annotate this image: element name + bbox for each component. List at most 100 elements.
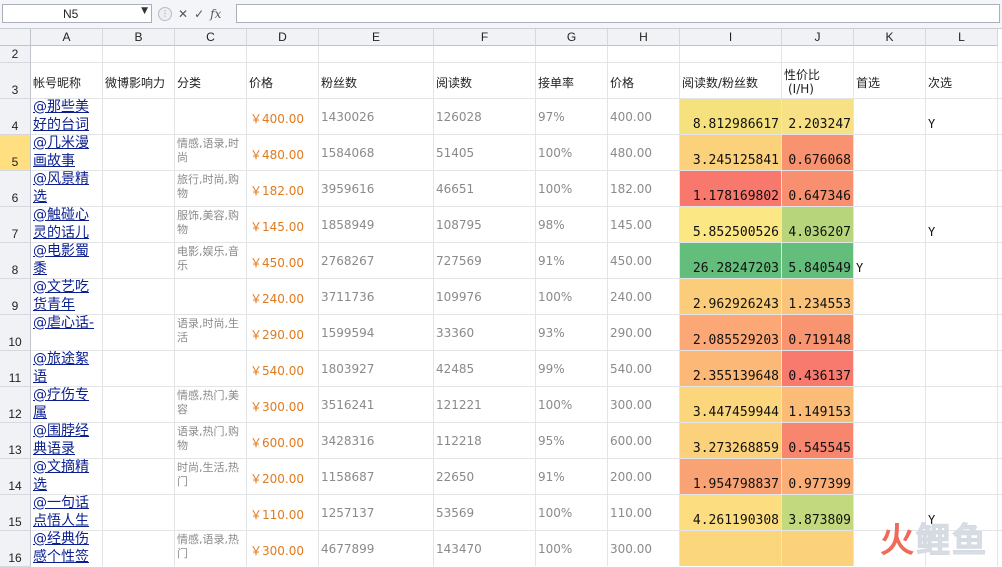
name-box[interactable]: N5 ▼ [2, 4, 152, 23]
row-number: 9 [11, 299, 19, 313]
price-value: ￥400.00 [250, 112, 304, 126]
row-header-6[interactable]: 6 [0, 171, 31, 207]
fans-value: 3428316 [321, 434, 375, 448]
ratio-value: 2.355139648 [692, 369, 779, 384]
column-header-e[interactable]: E [319, 29, 434, 46]
column-title-e: 粉丝数 [321, 76, 358, 90]
reads-value: 108795 [436, 218, 482, 232]
column-title-l: 次选 [928, 76, 953, 90]
category-text: 语录,时尚,生活 [177, 317, 239, 344]
account-link[interactable]: @虐心话- [33, 314, 99, 332]
account-link[interactable]: @旅途絮语 [33, 350, 99, 386]
value-ratio: 1.149153 [788, 405, 851, 420]
reads-value: 112218 [436, 434, 482, 448]
column-header-h[interactable]: H [608, 29, 680, 46]
ratio-value: 2.962926243 [692, 297, 779, 312]
column-gridline [925, 46, 926, 566]
price2-value: 450.00 [610, 254, 652, 268]
column-header-g[interactable]: G [536, 29, 608, 46]
account-link[interactable]: @那些美好的台词 [33, 98, 99, 134]
row-header-9[interactable]: 9 [0, 279, 31, 315]
price2-value: 300.00 [610, 398, 652, 412]
column-header-c[interactable]: C [175, 29, 247, 46]
row-number: 14 [8, 479, 22, 493]
ratio-value: 4.261190308 [692, 513, 779, 528]
column-header-j[interactable]: J [782, 29, 854, 46]
column-header-i[interactable]: I [680, 29, 782, 46]
column-gridline [174, 46, 175, 566]
ratio-value: 5.852500526 [692, 225, 779, 240]
reads-value: 33360 [436, 326, 475, 340]
row-header-4[interactable]: 4 [0, 99, 31, 135]
price2-value: 200.00 [610, 470, 652, 484]
row-header-7[interactable]: 7 [0, 207, 31, 243]
account-link[interactable]: @文艺吃货青年 [33, 278, 99, 314]
column-header-d[interactable]: D [247, 29, 319, 46]
fans-value: 4677899 [321, 542, 375, 556]
account-link[interactable]: @风景精选 [33, 170, 99, 206]
row-gridline [31, 350, 1002, 351]
insert-function-icon[interactable]: fx [210, 7, 221, 21]
reads-value: 53569 [436, 506, 475, 520]
row-number: 12 [8, 407, 22, 421]
row-number: 13 [8, 443, 22, 457]
price-value: ￥300.00 [250, 400, 304, 414]
rate-value: 100% [538, 290, 573, 304]
row-number: 4 [11, 119, 19, 133]
account-link[interactable]: @疗伤专属 [33, 386, 99, 422]
row-header-13[interactable]: 13 [0, 423, 31, 459]
formula-input[interactable] [236, 4, 1000, 23]
account-link[interactable]: @经典伤感个性签 [33, 530, 99, 566]
chevron-down-icon[interactable]: ▼ [141, 6, 148, 16]
value-ratio: 0.436137 [788, 369, 851, 384]
rate-value: 99% [538, 362, 565, 376]
sheet-grid[interactable]: 帐号昵称 微博影响力 分类 价格 粉丝数 阅读数 接单率 价格 阅读数/粉丝数 性价比 (I/H) 首… [31, 46, 1002, 566]
value-ratio: 0.647346 [788, 189, 851, 204]
account-link[interactable]: @电影蜀黍 [33, 242, 99, 278]
column-title-k: 首选 [856, 76, 881, 90]
value-ratio: 3.873809 [788, 513, 851, 528]
rate-value: 100% [538, 398, 573, 412]
column-header-l[interactable]: L [926, 29, 998, 46]
select-all-corner[interactable] [0, 29, 31, 46]
row-header-12[interactable]: 12 [0, 387, 31, 423]
account-link[interactable]: @一句话点悟人生 [33, 494, 99, 530]
rate-value: 98% [538, 218, 565, 232]
account-link[interactable]: @几米漫画故事 [33, 134, 99, 170]
rate-value: 100% [538, 146, 573, 160]
row-gridline [31, 278, 1002, 279]
reads-value: 109976 [436, 290, 482, 304]
column-gridline [535, 46, 536, 566]
value-ratio: 4.036207 [788, 225, 851, 240]
column-gridline [433, 46, 434, 566]
value-ratio: 0.676068 [788, 153, 851, 168]
confirm-icon[interactable]: ✓ [194, 7, 204, 21]
resize-grip-icon[interactable]: ⋮ [158, 7, 172, 21]
account-link[interactable]: @围脖经典语录 [33, 422, 99, 458]
row-header-15[interactable]: 15 [0, 495, 31, 531]
fans-value: 1858949 [321, 218, 375, 232]
row-header-14[interactable]: 14 [0, 459, 31, 495]
cancel-icon[interactable]: ✕ [178, 7, 188, 21]
row-header-8[interactable]: 8 [0, 243, 31, 279]
column-header-b[interactable]: B [103, 29, 175, 46]
fans-value: 3711736 [321, 290, 375, 304]
row-header-11[interactable]: 11 [0, 351, 31, 387]
row-header-2[interactable]: 2 [0, 46, 31, 63]
ratio-value: 2.085529203 [692, 333, 779, 348]
formula-bar: N5 ▼ ⋮ ✕ ✓ fx [0, 0, 1002, 29]
row-header-3[interactable]: 3 [0, 63, 31, 99]
row-header-16[interactable]: 16 [0, 531, 31, 567]
price2-value: 240.00 [610, 290, 652, 304]
row-header-10[interactable]: 10 [0, 315, 31, 351]
reads-value: 22650 [436, 470, 475, 484]
column-header-a[interactable]: A [31, 29, 103, 46]
account-link[interactable]: @文摘精选 [33, 458, 99, 494]
column-header-f[interactable]: F [434, 29, 536, 46]
account-link[interactable]: @触碰心灵的话儿 [33, 206, 99, 242]
row-header-5[interactable]: 5 [0, 135, 31, 171]
price-value: ￥480.00 [250, 148, 304, 162]
row-gridline [31, 62, 1002, 63]
column-header-k[interactable]: K [854, 29, 926, 46]
row-gridline [31, 494, 1002, 495]
